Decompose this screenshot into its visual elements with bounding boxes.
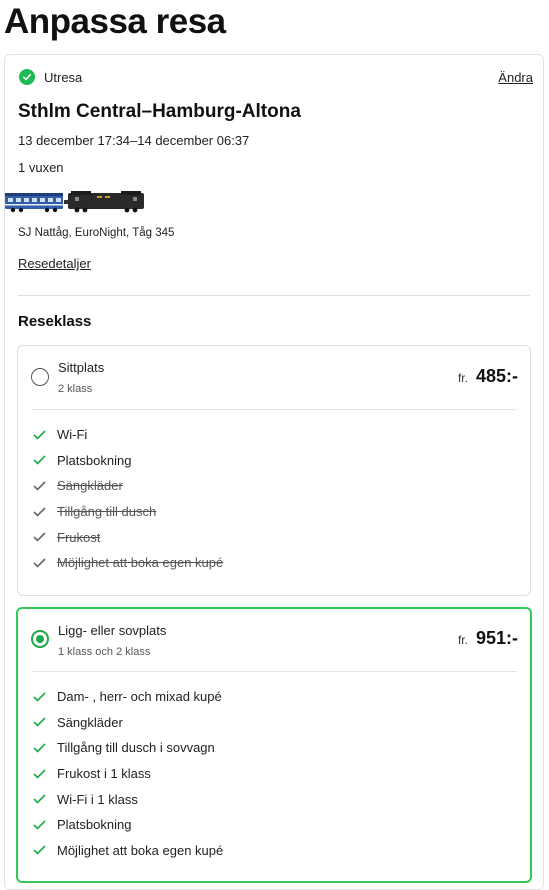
checkmark-icon <box>33 820 46 830</box>
feature-item: Wi-Fi i 1 klass <box>33 786 223 812</box>
feature-item: Platsbokning <box>33 448 223 474</box>
feature-item: Tillgång till dusch i sovvagn <box>33 735 223 761</box>
section-divider <box>18 295 530 296</box>
page-title: Anpassa resa <box>4 2 226 41</box>
option-price: fr. 951:- <box>458 628 518 649</box>
class-option-sleeper[interactable]: Ligg- eller sovplats 1 klass och 2 klass… <box>16 607 532 883</box>
price-value: 485:- <box>475 366 518 386</box>
check-circle-icon <box>19 69 35 85</box>
travel-date: 13 december 17:34–14 december 06:37 <box>18 133 250 148</box>
feature-item: Wi-Fi <box>33 422 223 448</box>
feature-list: Dam- , herr- och mixad kupé Sängkläder T… <box>33 684 223 863</box>
feature-item: Dam- , herr- och mixad kupé <box>33 684 223 710</box>
price-prefix: fr. <box>457 371 468 385</box>
price-value: 951:- <box>475 628 518 648</box>
travel-class-heading: Reseklass <box>18 313 92 330</box>
option-name: Sittplats <box>58 360 105 375</box>
outbound-label: Utresa <box>44 69 83 85</box>
train-operator: SJ Nattåg, EuroNight, Tåg 345 <box>18 227 175 239</box>
checkmark-icon <box>33 532 46 542</box>
passenger-count: 1 vuxen <box>18 160 64 175</box>
train-image <box>5 191 144 213</box>
change-link[interactable]: Ändra <box>498 70 533 85</box>
trip-card: Utresa Ändra Sthlm Central–Hamburg-Alton… <box>4 54 544 890</box>
price-prefix: fr. <box>457 633 468 647</box>
feature-item-unavailable: Tillgång till dusch <box>33 499 223 525</box>
feature-item-unavailable: Frukost <box>33 524 223 550</box>
checkmark-icon <box>33 717 46 728</box>
route-title: Sthlm Central–Hamburg-Altona <box>18 101 301 122</box>
checkmark-icon <box>33 558 46 568</box>
option-price: fr. 485:- <box>458 366 518 387</box>
checkmark-icon <box>33 845 46 855</box>
checkmark-icon <box>33 430 46 440</box>
checkmark-icon <box>33 692 46 702</box>
checkmark-icon <box>33 481 46 491</box>
feature-item: Sängkläder <box>33 710 223 736</box>
radio-unselected-icon[interactable] <box>31 368 49 386</box>
feature-list: Wi-Fi Platsbokning Sängkläder Tillgång t… <box>33 422 223 576</box>
feature-item: Möjlighet att boka egen kupé <box>33 838 223 864</box>
option-divider <box>31 409 517 410</box>
outbound-status: Utresa <box>19 69 82 85</box>
option-subtitle: 1 klass och 2 klass <box>58 646 151 658</box>
feature-item: Frukost i 1 klass <box>33 761 223 787</box>
checkmark-icon <box>33 794 46 804</box>
option-subtitle: 2 klass <box>58 383 93 395</box>
option-divider <box>31 671 517 672</box>
checkmark-icon <box>33 507 46 517</box>
feature-item-unavailable: Sängkläder <box>33 473 223 499</box>
radio-selected-icon[interactable] <box>31 630 49 648</box>
checkmark-icon <box>33 743 46 753</box>
travel-details-link[interactable]: Resedetaljer <box>18 256 91 271</box>
feature-item: Platsbokning <box>33 812 223 838</box>
option-name: Ligg- eller sovplats <box>58 623 167 638</box>
feature-item-unavailable: Möjlighet att boka egen kupé <box>33 550 223 576</box>
checkmark-icon <box>33 769 46 779</box>
class-option-seat[interactable]: Sittplats 2 klass fr. 485:- Wi-Fi Platsb… <box>17 345 531 596</box>
checkmark-icon <box>33 455 46 466</box>
